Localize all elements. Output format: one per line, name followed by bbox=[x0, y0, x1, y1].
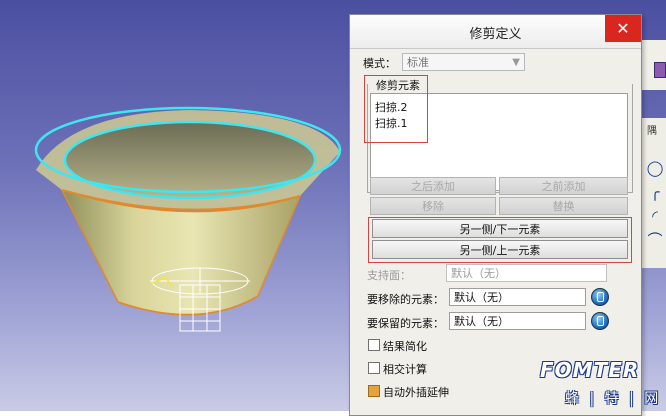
support-field[interactable]: 默认（无） bbox=[446, 264, 607, 282]
highlight-box-elements bbox=[364, 75, 428, 143]
keep-elements-field[interactable]: 默认（无） bbox=[449, 312, 586, 330]
remove-elements-label: 要移除的元素： bbox=[367, 293, 444, 306]
trim-definition-dialog: 修剪定义 ✕ 模式： 标准 ▼ 修剪元素 扫掠.2 扫掠.1 之后添加 之前添加… bbox=[349, 14, 642, 416]
corner-icon[interactable]: ╭ bbox=[645, 182, 665, 202]
remove-button[interactable]: 移除 bbox=[370, 197, 496, 215]
add-before-button[interactable]: 之前添加 bbox=[499, 177, 628, 195]
mode-label: 模式： bbox=[363, 57, 396, 70]
checkbox-box[interactable] bbox=[368, 339, 380, 351]
mode-value: 标准 bbox=[407, 56, 429, 69]
inner-edge-ellipse bbox=[63, 120, 317, 200]
toolbar-cube-icon[interactable] bbox=[654, 62, 666, 78]
side-toolbar-header: 隅 bbox=[647, 126, 657, 137]
checkbox-label: 自动外插延伸 bbox=[383, 386, 449, 399]
checkbox-box[interactable] bbox=[368, 385, 380, 397]
side-toolbar: 隅 ◯ ╭ ◜ ⌒ bbox=[640, 118, 666, 268]
circle-icon[interactable]: ◯ bbox=[645, 158, 665, 178]
other-side-next-button[interactable]: 另一侧/下一元素 bbox=[372, 219, 628, 238]
top-toolbar-fragment bbox=[640, 40, 666, 90]
other-side-previous-button[interactable]: 另一侧/上一元素 bbox=[372, 240, 628, 259]
checkbox-label: 结果简化 bbox=[383, 340, 427, 353]
remove-elements-field[interactable]: 默认（无） bbox=[449, 288, 586, 306]
dialog-titlebar[interactable]: 修剪定义 ✕ bbox=[350, 15, 641, 49]
replace-button[interactable]: 替换 bbox=[499, 197, 628, 215]
select-element-icon[interactable] bbox=[591, 288, 609, 306]
select-element-icon[interactable] bbox=[591, 312, 609, 330]
chevron-down-icon: ▼ bbox=[512, 57, 520, 68]
dialog-title: 修剪定义 bbox=[469, 27, 522, 42]
checkbox-box[interactable] bbox=[368, 362, 380, 374]
support-label: 支持面： bbox=[367, 269, 411, 282]
watermark-logo: FOMTER bbox=[540, 358, 640, 382]
add-after-button[interactable]: 之后添加 bbox=[370, 177, 496, 195]
curve-icon[interactable]: ⌒ bbox=[645, 230, 665, 250]
close-button[interactable]: ✕ bbox=[605, 15, 641, 42]
mode-dropdown[interactable]: 标准 ▼ bbox=[402, 53, 525, 71]
watermark-subtitle: 蜂 | 特 | 网 bbox=[565, 391, 662, 407]
arc-icon[interactable]: ◜ bbox=[645, 206, 665, 226]
keep-elements-label: 要保留的元素： bbox=[367, 317, 444, 330]
checkbox-label: 相交计算 bbox=[383, 363, 427, 376]
